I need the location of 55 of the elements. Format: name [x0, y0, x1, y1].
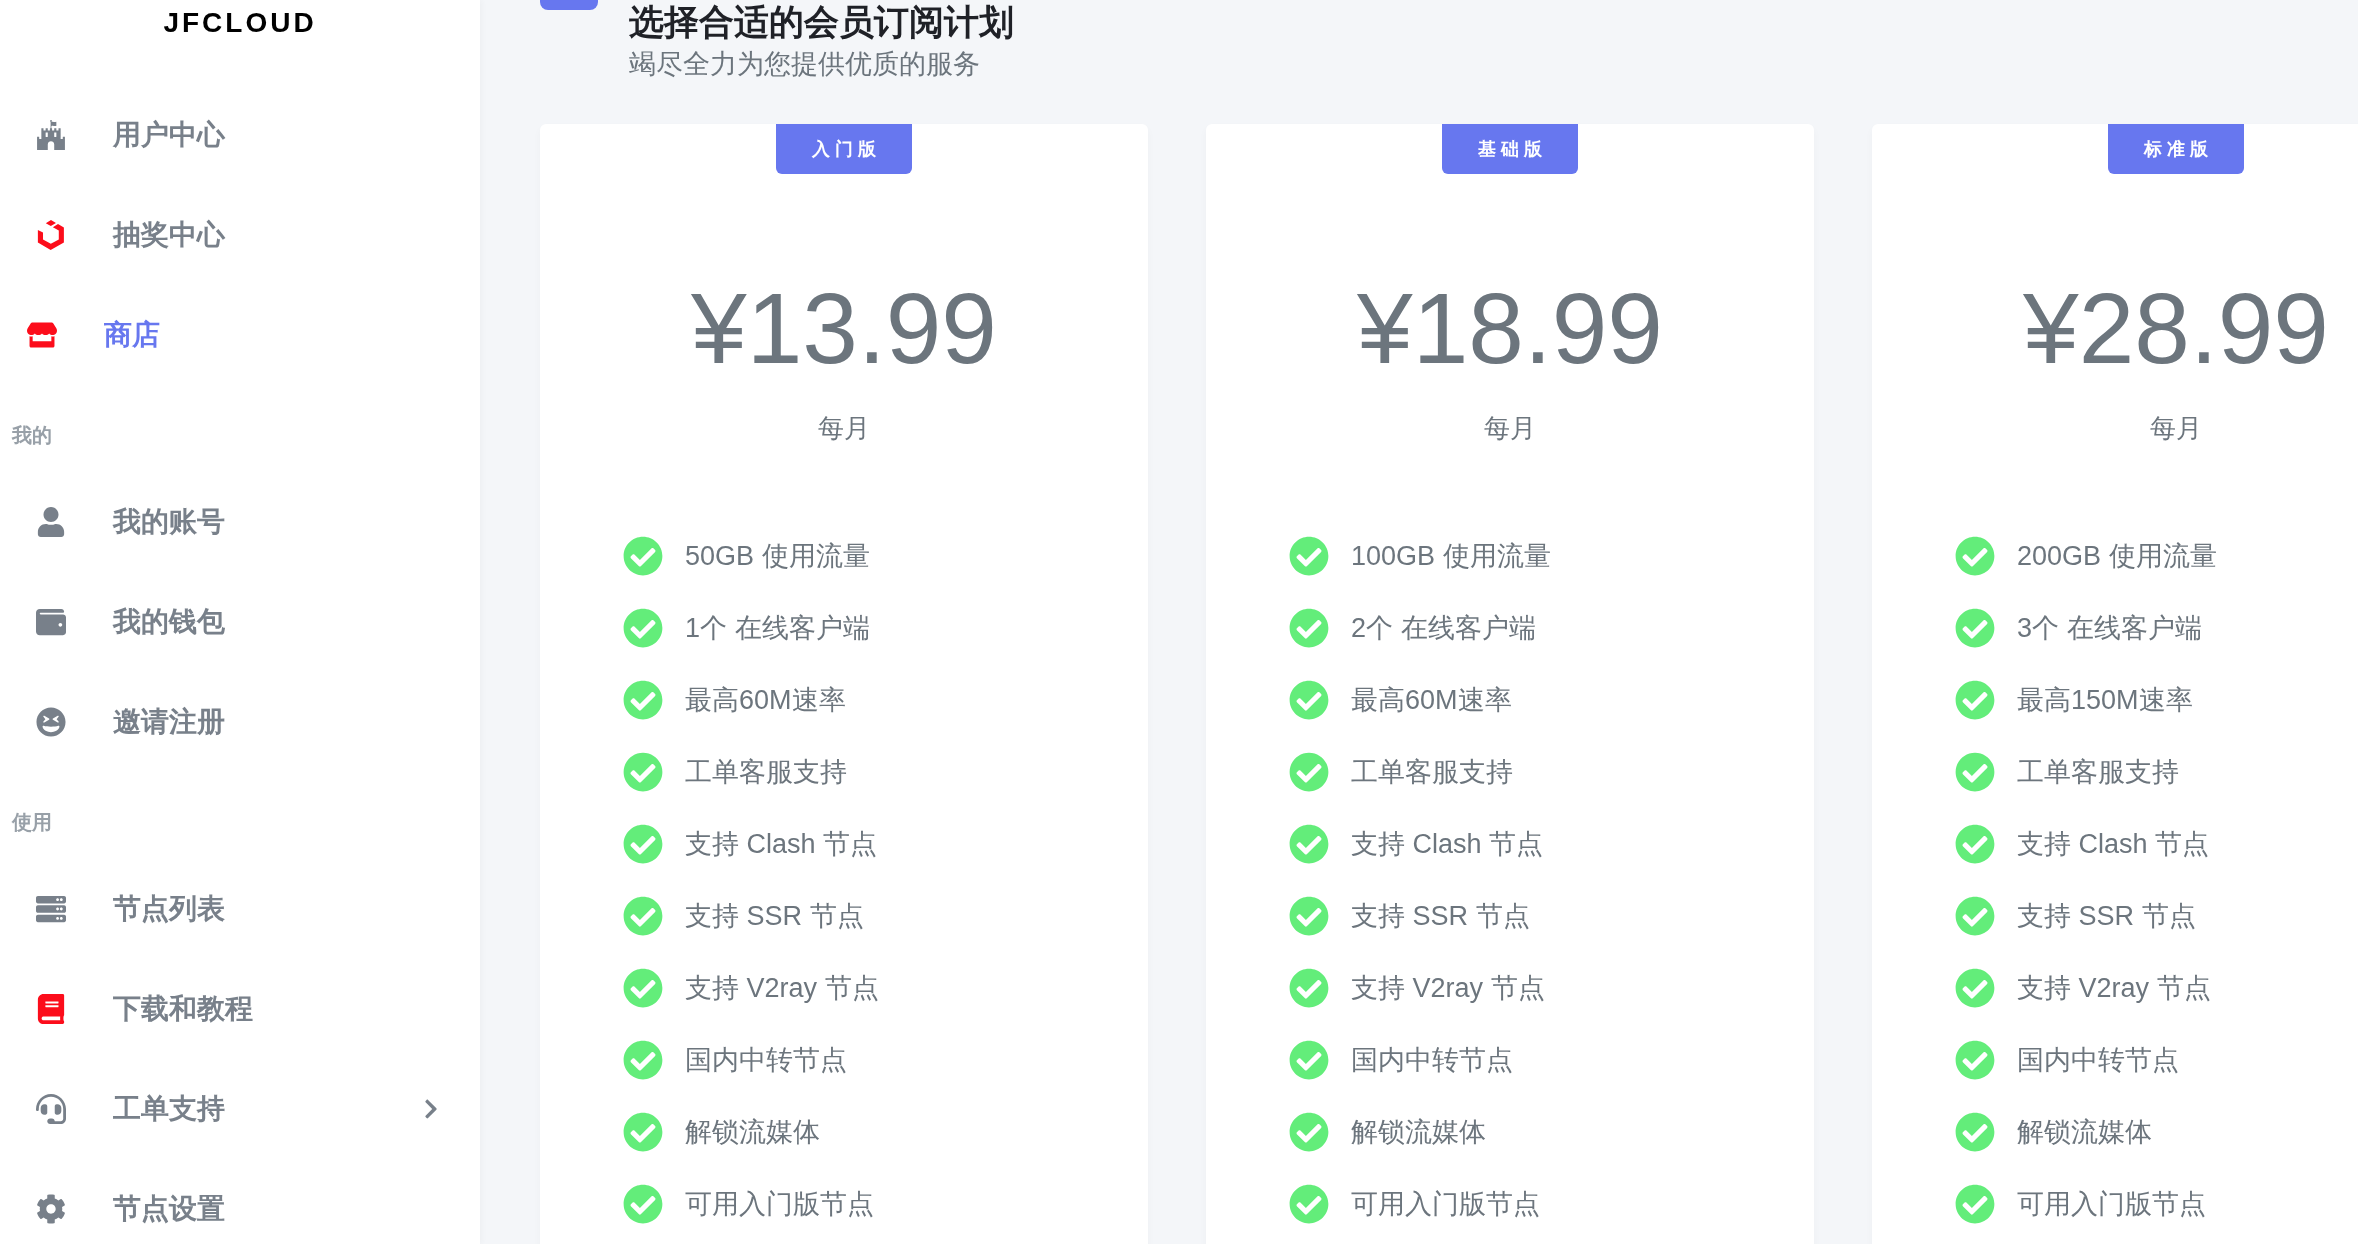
- accent-bar: [540, 0, 598, 10]
- nav-item[interactable]: 用户中心: [36, 111, 225, 159]
- nav-item[interactable]: 邀请注册: [36, 698, 225, 746]
- feature-text: 最高60M速率: [685, 684, 846, 717]
- feature-text: 解锁流媒体: [2017, 1116, 2152, 1149]
- feature-text: 解锁流媒体: [1351, 1116, 1486, 1149]
- plan-name-tag: 标准版: [2108, 124, 2244, 174]
- feature-text: 支持 V2ray 节点: [685, 972, 879, 1005]
- price-text: ¥18.99: [1357, 278, 1663, 378]
- feature-text: 200GB 使用流量: [2017, 540, 2217, 573]
- feature-text: 50GB 使用流量: [685, 540, 870, 573]
- feature-text: 最高150M速率: [2017, 684, 2193, 717]
- feature-text: 可用入门版节点: [1351, 1188, 1540, 1221]
- nav-item[interactable]: 下载和教程: [36, 985, 253, 1033]
- nav-item[interactable]: 我的钱包: [36, 598, 225, 646]
- feature-text: 支持 SSR 节点: [685, 900, 864, 933]
- feature-text: 工单客服支持: [2017, 756, 2179, 789]
- feature-text: 国内中转节点: [685, 1044, 847, 1077]
- plan-name-tag: 基础版: [1442, 124, 1578, 174]
- feature-text: 支持 V2ray 节点: [1351, 972, 1545, 1005]
- feature-text: 1个 在线客户端: [685, 612, 870, 645]
- billing-period: 每月: [1484, 412, 1536, 445]
- price-text: ¥13.99: [691, 278, 997, 378]
- feature-text: 支持 SSR 节点: [2017, 900, 2196, 933]
- nav-item[interactable]: 商店: [27, 311, 160, 359]
- nav-item[interactable]: 节点设置: [36, 1185, 225, 1233]
- price-text: ¥28.99: [2023, 278, 2329, 378]
- feature-text: 可用入门版节点: [2017, 1188, 2206, 1221]
- feature-text: 100GB 使用流量: [1351, 540, 1551, 573]
- billing-period: 每月: [2150, 412, 2202, 445]
- feature-text: 支持 Clash 节点: [685, 828, 878, 861]
- feature-text: 可用入门版节点: [685, 1188, 874, 1221]
- nav-item[interactable]: 工单支持: [36, 1085, 480, 1133]
- page-title: 选择合适的会员订阅计划: [629, 2, 1014, 42]
- brand-logo[interactable]: JFCLOUD: [163, 7, 317, 39]
- section-heading: 我的: [12, 424, 52, 446]
- nav-item[interactable]: 节点列表: [36, 885, 225, 933]
- feature-text: 工单客服支持: [1351, 756, 1513, 789]
- feature-text: 支持 Clash 节点: [1351, 828, 1544, 861]
- page-subtitle: 竭尽全力为您提供优质的服务: [629, 48, 980, 81]
- nav-item[interactable]: 我的账号: [36, 498, 225, 546]
- feature-text: 支持 Clash 节点: [2017, 828, 2210, 861]
- feature-text: 工单客服支持: [685, 756, 847, 789]
- nav-item[interactable]: 抽奖中心: [36, 211, 225, 259]
- billing-period: 每月: [818, 412, 870, 445]
- feature-text: 3个 在线客户端: [2017, 612, 2202, 645]
- plan-name-tag: 入门版: [776, 124, 912, 174]
- feature-text: 最高60M速率: [1351, 684, 1512, 717]
- section-heading: 使用: [12, 811, 52, 833]
- feature-text: 支持 SSR 节点: [1351, 900, 1530, 933]
- feature-text: 2个 在线客户端: [1351, 612, 1536, 645]
- feature-text: 国内中转节点: [2017, 1044, 2179, 1077]
- feature-text: 国内中转节点: [1351, 1044, 1513, 1077]
- feature-text: 解锁流媒体: [685, 1116, 820, 1149]
- feature-text: 支持 V2ray 节点: [2017, 972, 2211, 1005]
